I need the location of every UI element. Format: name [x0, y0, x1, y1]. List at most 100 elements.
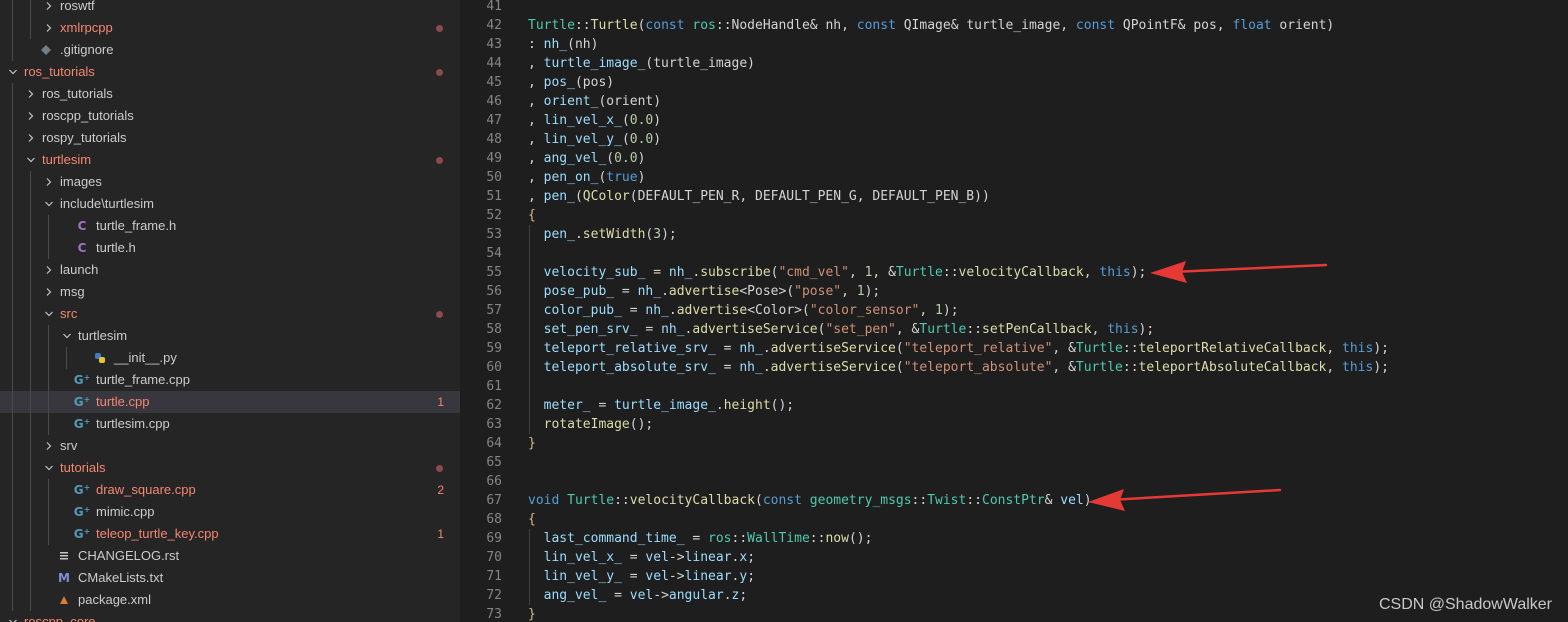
tree-item-label: mimic.cpp [96, 504, 155, 519]
tree-item-label: turtlesim [42, 152, 92, 167]
modified-dot [436, 311, 443, 318]
folder-roscpp-core[interactable]: roscpp_core [0, 611, 460, 622]
folder-turtlesim[interactable]: turtlesim [0, 325, 460, 347]
tree-item-label: turtlesim.cpp [96, 416, 170, 431]
folder-srv[interactable]: srv [0, 435, 460, 457]
cpp-icon: G + [73, 373, 91, 387]
chevron-down-icon[interactable] [24, 149, 38, 171]
gitignore-icon [38, 39, 54, 61]
tree-item-label: include\turtlesim [60, 196, 154, 211]
file-draw-square-cpp[interactable]: G + draw_square.cpp 2 [0, 479, 460, 501]
indent-guide [30, 589, 31, 611]
indent-guide [30, 545, 31, 567]
file-teleop-turtle-key-cpp[interactable]: G + teleop_turtle_key.cpp 1 [0, 523, 460, 545]
modified-dot [436, 25, 443, 32]
indent-guide [12, 501, 13, 523]
indent-guide [30, 347, 31, 369]
file-turtle-frame-cpp[interactable]: G + turtle_frame.cpp [0, 369, 460, 391]
watermark: CSDN @ShadowWalker [1378, 596, 1552, 613]
chevron-down-icon[interactable] [6, 61, 20, 83]
folder-images[interactable]: images [0, 171, 460, 193]
file-turtle-frame-h[interactable]: Cturtle_frame.h [0, 215, 460, 237]
indent-guide [30, 193, 31, 215]
folder-launch[interactable]: launch [0, 259, 460, 281]
file-package-xml[interactable]: package.xml [0, 589, 460, 611]
tree-item-label: xmlrpcpp [60, 20, 113, 35]
indent-guide [48, 237, 49, 259]
indent-guide [12, 0, 13, 17]
file-mimic-cpp[interactable]: G + mimic.cpp [0, 501, 460, 523]
chevron-right-icon[interactable] [24, 83, 38, 105]
indent-guide [12, 369, 13, 391]
chevron-right-icon[interactable] [42, 281, 56, 303]
xml-icon [56, 589, 72, 611]
indent-guide [12, 83, 13, 105]
explorer-sidebar: roswtf xmlrpcpp .gitignore ros_tutorials ros… [0, 0, 460, 622]
tree-item-label: draw_square.cpp [96, 482, 196, 497]
tree-item-label: roswtf [60, 0, 95, 13]
tree-item-label: images [60, 174, 102, 189]
indent-guide [12, 193, 13, 215]
indent-guide [12, 589, 13, 611]
tree-item-label: turtle.h [96, 240, 136, 255]
indent-guide [30, 325, 31, 347]
folder-ros-tutorials[interactable]: ros_tutorials [0, 61, 460, 83]
c-header-icon: C [77, 241, 87, 255]
file--gitignore[interactable]: .gitignore [0, 39, 460, 61]
rst-icon [56, 545, 72, 567]
indent-guide [48, 347, 49, 369]
chevron-right-icon[interactable] [42, 17, 56, 39]
indent-guide [30, 391, 31, 413]
chevron-right-icon[interactable] [42, 171, 56, 193]
folder-rospy-tutorials[interactable]: rospy_tutorials [0, 127, 460, 149]
chevron-down-icon[interactable] [42, 303, 56, 325]
chevron-right-icon[interactable] [42, 435, 56, 457]
chevron-right-icon[interactable] [42, 0, 56, 17]
tree-item-label: launch [60, 262, 99, 277]
chevron-right-icon[interactable] [24, 105, 38, 127]
chevron-down-icon[interactable] [6, 611, 20, 622]
indent-guide [48, 215, 49, 237]
tree-item-label: rospy_tutorials [42, 130, 127, 145]
file-cmakelists-txt[interactable]: M CMakeLists.txt [0, 567, 460, 589]
indent-guide [48, 479, 49, 501]
indent-guide [48, 413, 49, 435]
folder-include-turtlesim[interactable]: include\turtlesim [0, 193, 460, 215]
chevron-right-icon[interactable] [24, 127, 38, 149]
indent-guide [12, 127, 13, 149]
arrow-annotation-line-67 [1088, 488, 1282, 511]
chevron-down-icon[interactable] [42, 457, 56, 479]
cpp-icon: G + [73, 395, 91, 409]
folder-roscpp-tutorials[interactable]: roscpp_tutorials [0, 105, 460, 127]
file--init-py[interactable]: __init__.py [0, 347, 460, 369]
arrow-annotation-line-55 [1150, 261, 1328, 283]
indent-guide [30, 567, 31, 589]
chevron-right-icon[interactable] [42, 259, 56, 281]
cmake-icon: M [58, 571, 70, 585]
folder-src[interactable]: src [0, 303, 460, 325]
folder-roswtf[interactable]: roswtf [0, 0, 460, 17]
chevron-down-icon[interactable] [42, 193, 56, 215]
cpp-icon: G + [73, 417, 91, 431]
tree-item-label: ros_tutorials [42, 86, 113, 101]
file-turtle-h[interactable]: Cturtle.h [0, 237, 460, 259]
file-turtlesim-cpp[interactable]: G + turtlesim.cpp [0, 413, 460, 435]
folder-xmlrpcpp[interactable]: xmlrpcpp [0, 17, 460, 39]
code-editor[interactable]: 41 42 Turtle::Turtle(const ros::NodeHandle… [460, 0, 1568, 622]
indent-guide [30, 215, 31, 237]
tree-item-label: CMakeLists.txt [78, 570, 164, 585]
indent-guide [12, 457, 13, 479]
folder-msg[interactable]: msg [0, 281, 460, 303]
folder-turtlesim[interactable]: turtlesim [0, 149, 460, 171]
folder-tutorials[interactable]: tutorials [0, 457, 460, 479]
indent-guide [12, 545, 13, 567]
c-header-icon: C [77, 219, 87, 233]
annotation-arrows [1088, 261, 1328, 511]
indent-guide [12, 479, 13, 501]
tree-item-label: srv [60, 438, 78, 453]
chevron-down-icon[interactable] [60, 325, 74, 347]
file-turtle-cpp[interactable]: G + turtle.cpp 1 [0, 391, 460, 413]
tree-item-label: .gitignore [60, 42, 114, 57]
file-changelog-rst[interactable]: CHANGELOG.rst [0, 545, 460, 567]
folder-ros-tutorials[interactable]: ros_tutorials [0, 83, 460, 105]
